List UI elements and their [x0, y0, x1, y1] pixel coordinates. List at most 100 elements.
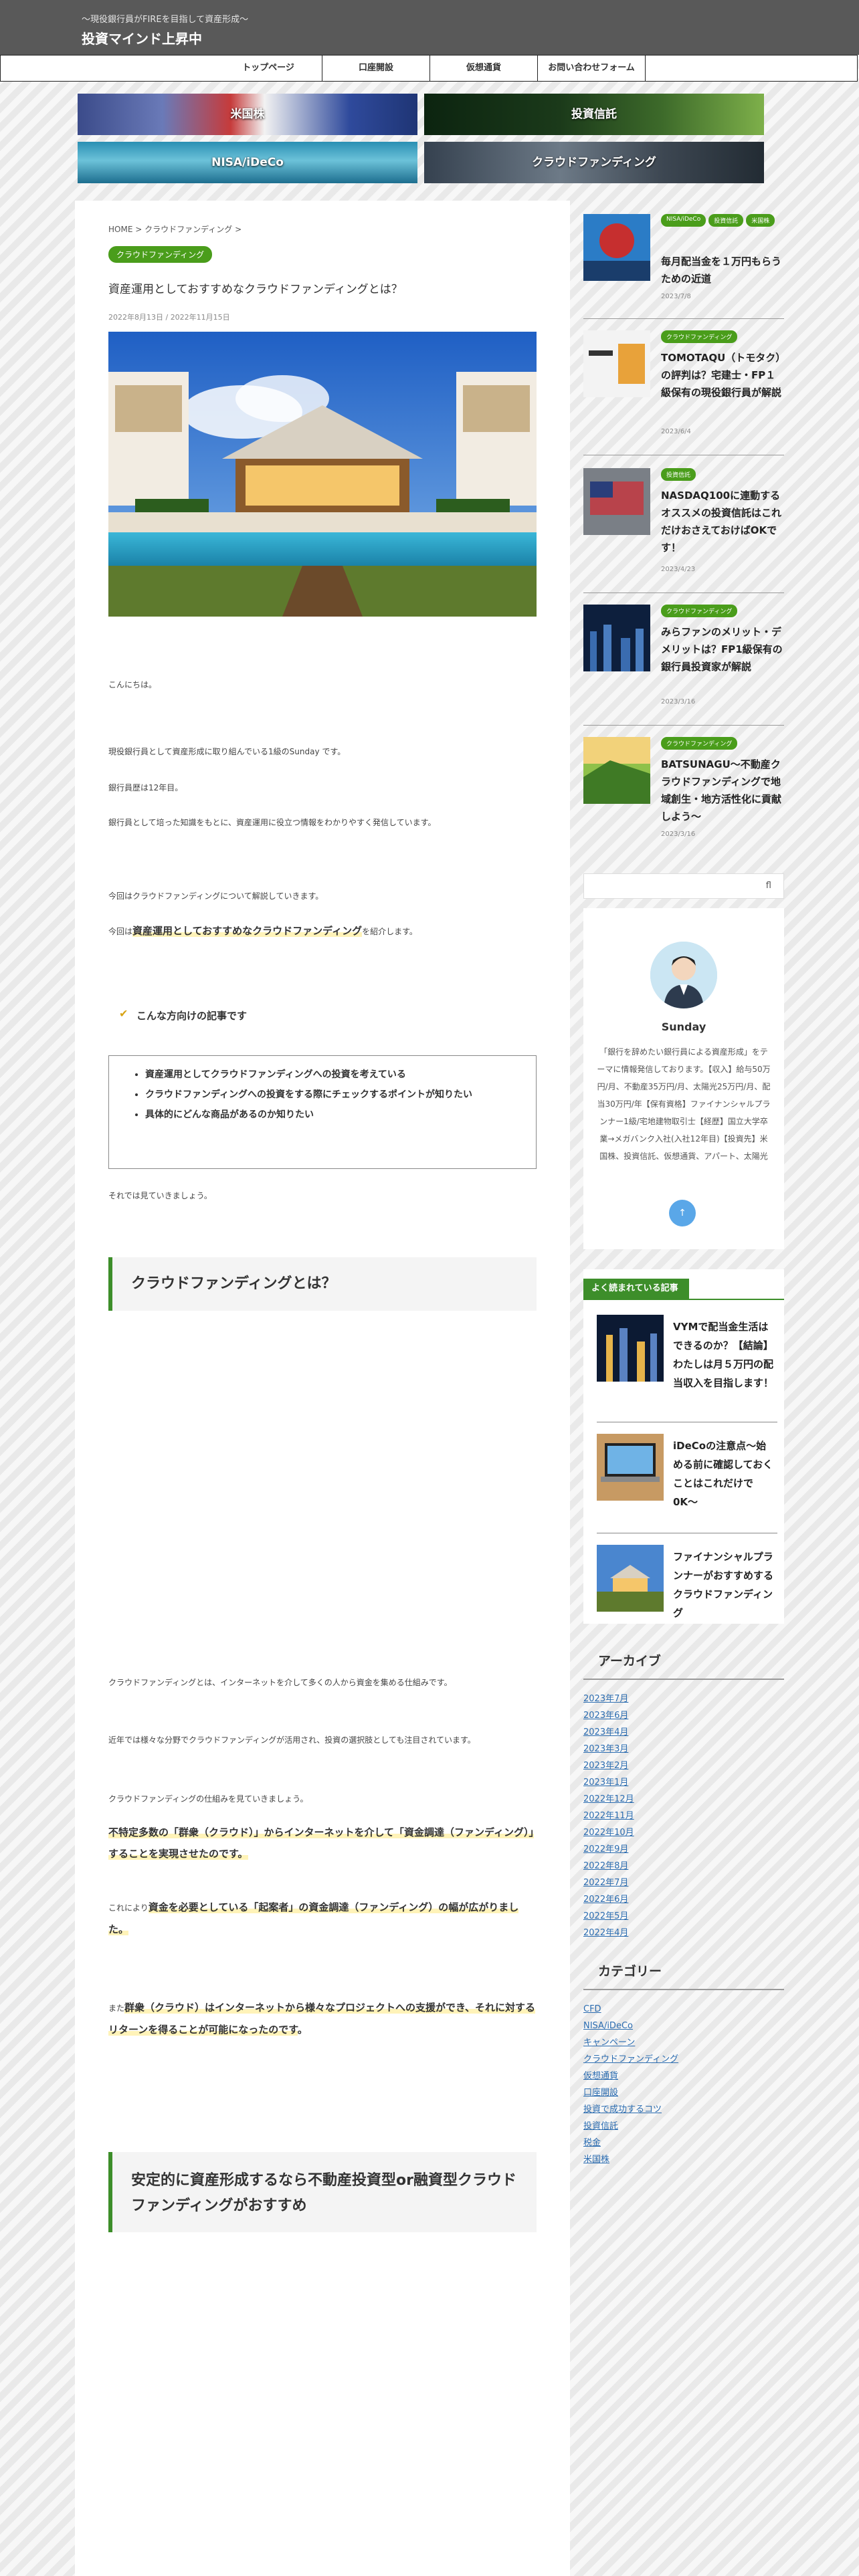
- sidebar-post[interactable]: クラウドファンディング みらファンのメリット・デメリットは？FP1級保有の銀行員…: [583, 605, 784, 726]
- post-badge[interactable]: NISA/iDeCo: [661, 214, 706, 227]
- site-title[interactable]: 投資マインド上昇中: [82, 28, 202, 47]
- post-badge[interactable]: 投資信託: [661, 468, 696, 481]
- avatar-illustration: [650, 942, 717, 1008]
- search-icon[interactable]: fl: [766, 881, 771, 891]
- highlight-text: 不特定多数の「群衆（クラウド）」からインターネットを介して「資金調達（ファンディ…: [108, 1826, 535, 1860]
- category-link[interactable]: NISA/iDeCo: [583, 2018, 784, 2034]
- sidebar-post[interactable]: 投資信託 NASDAQ100に連動するオススメの投資信託はこれだけおさえておけば…: [583, 468, 784, 593]
- nav-item-contact[interactable]: お問い合わせフォーム: [538, 56, 646, 81]
- paragraph: クラウドファンディングの仕組みを見ていきましょう。: [108, 1794, 308, 1804]
- popular-item[interactable]: VYMで配当金生活はできるのか？【結論】わたしは月５万円の配当収入を目指します！: [597, 1315, 777, 1422]
- archive-link[interactable]: 2022年12月: [583, 1791, 784, 1808]
- category-link[interactable]: クラウドファンディング: [583, 2051, 784, 2068]
- archive-link[interactable]: 2023年1月: [583, 1774, 784, 1791]
- banner-us-stocks[interactable]: 米国株: [78, 94, 417, 135]
- category-link[interactable]: 税金: [583, 2135, 784, 2151]
- global-nav: トップページ 口座開設 仮想通貨 お問い合わせフォーム: [0, 55, 858, 82]
- archive-link[interactable]: 2023年6月: [583, 1707, 784, 1724]
- archive-link[interactable]: 2022年6月: [583, 1891, 784, 1908]
- paragraph: 近年では様々な分野でクラウドファンディングが活用され、投資の選択肢としても注目さ…: [108, 1735, 476, 1745]
- nav-item-account[interactable]: 口座開設: [322, 56, 430, 81]
- post-thumbnail: [583, 468, 650, 535]
- archive-heading: アーカイブ: [583, 1642, 784, 1680]
- category-link[interactable]: 口座開設: [583, 2084, 784, 2101]
- paragraph: 銀行員として培った知識をもとに、資産運用に役立つ情報をわかりやすく発信しています…: [108, 818, 436, 827]
- post-badge[interactable]: クラウドファンディング: [661, 737, 738, 750]
- popular-item[interactable]: iDeCoの注意点〜始める前に確認しておくことはこれだけで0K〜: [597, 1434, 777, 1533]
- checklist-heading: こんな方向けの記事です: [136, 1010, 248, 1022]
- banner-investment-trust[interactable]: 投資信託: [424, 94, 764, 135]
- banner-crowdfunding[interactable]: クラウドファンディング: [424, 142, 764, 183]
- paragraph-highlight: 今回は資産運用としておすすめなクラウドファンディングを紹介します。: [108, 924, 537, 938]
- category-badge[interactable]: クラウドファンディング: [108, 246, 213, 263]
- post-title[interactable]: TOMOTAQU（トモタク）の評判は？宅建士・FP１級保有の現役銀行員が解説: [661, 349, 784, 401]
- archive-link[interactable]: 2022年10月: [583, 1824, 784, 1841]
- popular-item[interactable]: ファイナンシャルプランナーがおすすめするクラウドファンディング: [597, 1545, 777, 1619]
- highlight-text: 資金を必要としている「起案者」の資金調達（ファンディング）の幅が広がりました。: [108, 1901, 519, 1935]
- sidebar-post[interactable]: クラウドファンディング BATSUNAGU〜不動産クラウドファンディングで地域創…: [583, 737, 784, 848]
- sidebar-post[interactable]: クラウドファンディング TOMOTAQU（トモタク）の評判は？宅建士・FP１級保…: [583, 330, 784, 455]
- arrow-up-icon[interactable]: ↑: [669, 1200, 696, 1226]
- archive-link[interactable]: 2023年3月: [583, 1741, 784, 1757]
- section-heading: クラウドファンディングとは？: [108, 1257, 537, 1311]
- post-badges: 投資信託: [661, 468, 784, 481]
- post-badges: NISA/iDeCo 投資信託 米国株: [661, 214, 784, 227]
- post-thumbnail: [597, 1434, 664, 1501]
- category-link[interactable]: キャンペーン: [583, 2034, 784, 2051]
- post-title[interactable]: みらファンのメリット・デメリットは？FP1級保有の銀行員投資家が解説: [661, 623, 784, 675]
- sidebar-post[interactable]: NISA/iDeCo 投資信託 米国株 毎月配当金を１万円もらうための近道 20…: [583, 214, 784, 319]
- archive-link[interactable]: 2022年7月: [583, 1874, 784, 1891]
- highlight-text: 群衆（クラウド）はインターネットから様々なプロジェクトへの支援ができ、それに対す…: [108, 2002, 535, 2036]
- post-title[interactable]: NASDAQ100に連動するオススメの投資信託はこれだけおさえておけばOKです！: [661, 487, 784, 556]
- section-heading: 安定的に資産形成するなら不動産投資型or融資型クラウドファンディングがおすすめ: [108, 2152, 537, 2232]
- post-thumbnail: [583, 214, 650, 281]
- archive-link[interactable]: 2022年9月: [583, 1841, 784, 1858]
- category-link[interactable]: 米国株: [583, 2151, 784, 2168]
- checklist-item: 資産運用としてクラウドファンディングへの投資を考えている: [145, 1067, 518, 1083]
- archive-link[interactable]: 2022年5月: [583, 1908, 784, 1925]
- post-date: 2023/7/8: [661, 293, 691, 300]
- article-dates: 2022年8月13日 / 2022年11月15日: [108, 313, 230, 322]
- category-heading: カテゴリー: [583, 1953, 784, 1990]
- villa-pool-illustration: [108, 332, 537, 617]
- archive-link[interactable]: 2022年8月: [583, 1858, 784, 1874]
- article-main: HOME > クラウドファンディング > クラウドファンディング 資産運用として…: [75, 201, 570, 2576]
- post-badges: クラウドファンディング: [661, 605, 784, 617]
- paragraph: こんにちは。: [108, 680, 157, 689]
- banner-nisa[interactable]: NISA/iDeCo: [78, 142, 417, 183]
- archive-link[interactable]: 2022年4月: [583, 1925, 784, 1941]
- site-header: 〜現役銀行員がFIREを目指して資産形成〜 投資マインド上昇中: [0, 0, 859, 55]
- category-link[interactable]: CFD: [583, 2001, 784, 2018]
- category-list: CFD NISA/iDeCo キャンペーン クラウドファンディング 仮想通貨 口…: [583, 2001, 784, 2168]
- category-link[interactable]: 投資信託: [583, 2118, 784, 2135]
- popular-heading: よく読まれている記事: [583, 1279, 784, 1300]
- nav-item-crypto[interactable]: 仮想通貨: [430, 56, 538, 81]
- post-thumbnail: [583, 330, 650, 397]
- checklist-item: 具体的にどんな商品があるのか知りたい: [145, 1107, 518, 1123]
- post-title[interactable]: 毎月配当金を１万円もらうための近道: [661, 253, 784, 288]
- paragraph: 銀行員歴は12年目。: [108, 783, 183, 792]
- archive-link[interactable]: 2023年2月: [583, 1757, 784, 1774]
- popular-title[interactable]: iDeCoの注意点〜始める前に確認しておくことはこれだけで0K〜: [673, 1436, 773, 1511]
- archive-link[interactable]: 2023年7月: [583, 1691, 784, 1707]
- post-thumbnail: [597, 1545, 664, 1612]
- post-badge[interactable]: クラウドファンディング: [661, 330, 738, 343]
- nav-item-top[interactable]: トップページ: [215, 56, 322, 81]
- post-date: 2023/3/16: [661, 831, 696, 838]
- popular-title[interactable]: ファイナンシャルプランナーがおすすめするクラウドファンディング: [673, 1547, 773, 1622]
- paragraph-text: また: [108, 2004, 125, 2013]
- sidebar-search[interactable]: fl: [583, 873, 784, 899]
- post-title[interactable]: BATSUNAGU〜不動産クラウドファンディングで地域創生・地方活性化に貢献しよ…: [661, 756, 784, 825]
- breadcrumb[interactable]: HOME > クラウドファンディング >: [108, 223, 242, 235]
- post-badge[interactable]: 投資信託: [708, 214, 744, 227]
- paragraph-text: 今回は: [108, 927, 133, 936]
- category-link[interactable]: 投資で成功するコツ: [583, 2101, 784, 2118]
- highlight-text: 資産運用としておすすめなクラウドファンディング: [132, 925, 363, 937]
- post-badge[interactable]: クラウドファンディング: [661, 605, 738, 617]
- archive-link[interactable]: 2022年11月: [583, 1808, 784, 1824]
- archive-link[interactable]: 2023年4月: [583, 1724, 784, 1741]
- category-link[interactable]: 仮想通貨: [583, 2068, 784, 2084]
- popular-title[interactable]: VYMで配当金生活はできるのか？【結論】わたしは月５万円の配当収入を目指します！: [673, 1317, 773, 1392]
- post-date: 2023/6/4: [661, 428, 691, 435]
- post-badge[interactable]: 米国株: [746, 214, 775, 227]
